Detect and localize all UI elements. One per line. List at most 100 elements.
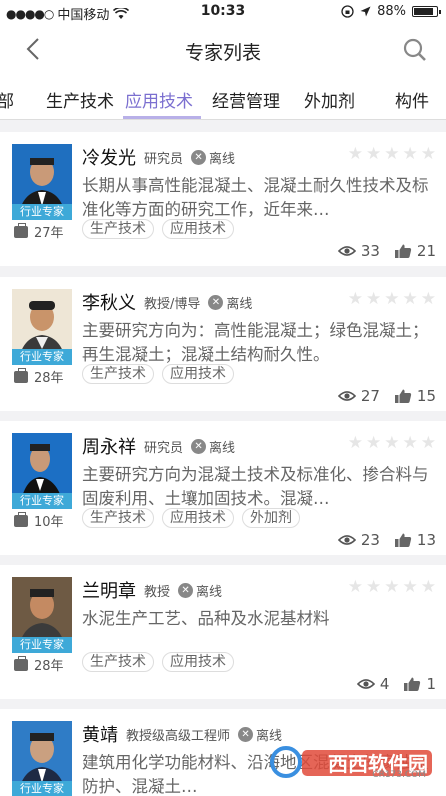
status-label: 离线	[209, 440, 236, 456]
views-stat: 4	[356, 675, 389, 693]
briefcase-icon	[14, 222, 28, 238]
star-icon: ★	[420, 577, 436, 597]
expert-badge: 行业专家	[12, 204, 72, 220]
tag: 生产技术	[82, 652, 154, 672]
star-icon: ★	[402, 144, 418, 164]
thumb-up-icon	[404, 677, 421, 691]
nav-bar: 专家列表	[0, 24, 446, 76]
name-row: 周永祥 研究员 ✕ 离线	[82, 433, 235, 459]
star-icon: ★	[366, 289, 382, 309]
expert-description: 主要研究方向为混凝土技术及标准化、掺合料与固废利用、土壤加固技术。混凝…	[82, 465, 429, 508]
name-row: 黄靖 教授级高级工程师 ✕ 离线	[82, 721, 282, 747]
card-stats: 4 1	[356, 675, 436, 693]
tab-partial[interactable]: 部	[0, 87, 14, 112]
views-stat: 27	[337, 387, 380, 405]
star-icon: ★	[420, 289, 436, 309]
tag: 应用技术	[162, 364, 234, 384]
name-row: 冷发光 研究员 ✕ 离线	[82, 144, 235, 170]
views-count: 23	[360, 531, 380, 549]
status-right: 88%	[341, 4, 441, 19]
tab-production-tech[interactable]: 生产技术	[46, 87, 114, 112]
years-label: 27年	[34, 226, 64, 241]
thumb-up-icon	[394, 244, 412, 258]
expert-badge: 行业专家	[12, 493, 72, 509]
online-status: ✕ 离线	[238, 725, 282, 744]
tab-application-tech[interactable]: 应用技术	[125, 87, 193, 112]
tag: 生产技术	[82, 508, 154, 528]
briefcase-icon	[14, 367, 28, 383]
star-icon: ★	[384, 577, 400, 597]
online-status: ✕ 离线	[178, 581, 222, 600]
star-icon: ★	[384, 289, 400, 309]
expert-name: 兰明章	[82, 581, 136, 602]
likes-count: 1	[426, 675, 436, 693]
star-icon: ★	[402, 433, 418, 453]
expert-badge: 行业专家	[12, 781, 72, 796]
star-icon: ★	[347, 433, 363, 453]
tag: 生产技术	[82, 219, 154, 239]
years-label: 28年	[34, 659, 64, 674]
star-icon: ★	[402, 289, 418, 309]
expert-name: 李秋义	[82, 293, 136, 314]
expert-description: 水泥生产工艺、品种及水泥基材料	[82, 609, 330, 628]
tag: 生产技术	[82, 364, 154, 384]
battery-icon	[412, 6, 441, 17]
briefcase-icon	[14, 655, 28, 671]
views-stat: 33	[337, 242, 380, 260]
likes-stat[interactable]: 21	[394, 242, 436, 260]
card-stats: 23 13	[337, 531, 436, 549]
offline-icon: ✕	[238, 726, 254, 742]
star-icon: ★	[347, 577, 363, 597]
likes-stat[interactable]: 13	[394, 531, 436, 549]
tab-components[interactable]: 构件	[395, 87, 429, 112]
tag-list: 生产技术 应用技术 外加剂	[82, 508, 300, 528]
star-icon: ★	[384, 144, 400, 164]
expert-card[interactable]: 行业专家 28年 李秋义 教授/博导 ✕ 离线 ★ ★ ★ ★ ★ 主要研究方向为：高性…	[0, 277, 446, 411]
tab-business-management[interactable]: 经营管理	[212, 87, 280, 112]
online-status: ✕ 离线	[208, 293, 252, 312]
likes-stat[interactable]: 1	[403, 675, 436, 693]
eye-icon	[337, 391, 356, 401]
likes-count: 21	[416, 242, 436, 260]
status-label: 离线	[256, 728, 283, 744]
rating-stars: ★ ★ ★ ★ ★	[348, 435, 436, 452]
card-stats: 27 15	[337, 387, 436, 405]
expert-name: 周永祥	[82, 437, 136, 458]
thumb-up-icon	[394, 389, 412, 403]
expert-title: 研究员	[144, 440, 184, 456]
offline-icon: ✕	[191, 149, 207, 165]
status-label: 离线	[226, 296, 253, 312]
expert-title: 教授	[144, 584, 171, 600]
search-icon[interactable]	[402, 37, 428, 63]
tag: 外加剂	[242, 508, 300, 528]
online-status: ✕ 离线	[191, 148, 235, 167]
status-label: 离线	[196, 584, 223, 600]
star-icon: ★	[402, 577, 418, 597]
expert-description: 长期从事高性能混凝土、混凝土耐久性技术及标准化等方面的研究工作，近年来…	[82, 176, 429, 219]
star-icon: ★	[420, 144, 436, 164]
star-icon: ★	[420, 433, 436, 453]
battery-percent: 88%	[377, 4, 406, 19]
views-stat: 23	[337, 531, 380, 549]
offline-icon: ✕	[178, 582, 194, 598]
expert-card[interactable]: 行业专家 10年 周永祥 研究员 ✕ 离线 ★ ★ ★ ★ ★ 主要研究方向为混凝土技术…	[0, 421, 446, 555]
experience-years: 27年	[14, 222, 64, 241]
star-icon: ★	[347, 144, 363, 164]
tab-admixture[interactable]: 外加剂	[304, 87, 355, 112]
eye-icon	[337, 246, 356, 256]
star-icon: ★	[366, 433, 382, 453]
offline-icon: ✕	[191, 438, 207, 454]
tag: 应用技术	[162, 219, 234, 239]
expert-badge: 行业专家	[12, 637, 72, 653]
thumb-up-icon	[394, 533, 412, 547]
battery-fill	[414, 8, 434, 15]
expert-card[interactable]: 行业专家 28年 兰明章 教授 ✕ 离线 ★ ★ ★ ★ ★ 水泥生产工艺、品种及水泥基…	[0, 565, 446, 699]
expert-card[interactable]: 行业专家 27年 冷发光 研究员 ✕ 离线 ★ ★ ★ ★ ★ 长期从事高性能混凝土、混…	[0, 132, 446, 266]
category-tabs: 部 生产技术 应用技术 经营管理 外加剂 构件	[0, 76, 446, 120]
expert-title: 研究员	[144, 151, 184, 167]
likes-stat[interactable]: 15	[394, 387, 436, 405]
tag-list: 生产技术 应用技术	[82, 219, 234, 239]
offline-icon: ✕	[208, 294, 224, 310]
expert-name: 黄靖	[82, 725, 118, 746]
star-icon: ★	[384, 433, 400, 453]
